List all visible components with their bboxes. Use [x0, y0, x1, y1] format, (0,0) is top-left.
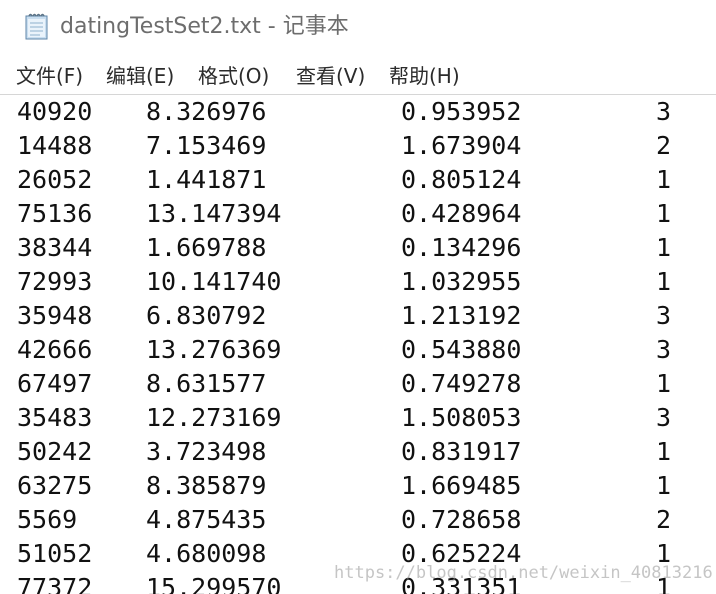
text-line: 26052 1.441871 0.805124 1 — [0, 163, 716, 197]
text-line: 67497 8.631577 0.749278 1 — [0, 367, 716, 401]
text-line: 35948 6.830792 1.213192 3 — [0, 299, 716, 333]
text-line: 14488 7.153469 1.673904 2 — [0, 129, 716, 163]
field-label: 1 — [656, 199, 672, 228]
field-game-time: 13.276369 — [146, 335, 282, 364]
field-distance: 77372 — [17, 573, 93, 594]
menu-edit[interactable]: 编辑(E) — [106, 62, 174, 90]
text-line: 35483 12.273169 1.508053 3 — [0, 401, 716, 435]
field-icecream: 0.805124 — [401, 165, 522, 194]
field-icecream: 1.673904 — [401, 131, 522, 160]
field-label: 2 — [656, 131, 672, 160]
field-icecream: 1.669485 — [401, 471, 522, 500]
field-distance: 63275 — [17, 471, 93, 500]
field-game-time: 1.441871 — [146, 165, 267, 194]
field-icecream: 1.213192 — [401, 301, 522, 330]
menu-view[interactable]: 查看(V) — [296, 62, 365, 90]
field-icecream: 0.728658 — [401, 505, 522, 534]
menu-help[interactable]: 帮助(H) — [389, 62, 460, 90]
field-icecream: 1.508053 — [401, 403, 522, 432]
text-line: 5569 4.875435 0.728658 2 — [0, 503, 716, 537]
text-line: 40920 8.326976 0.953952 3 — [0, 95, 716, 129]
field-game-time: 8.385879 — [146, 471, 267, 500]
field-distance: 35948 — [17, 301, 93, 330]
text-line: 72993 10.141740 1.032955 1 — [0, 265, 716, 299]
menu-file[interactable]: 文件(F) — [16, 62, 83, 90]
watermark-text: https://blog.csdn.net/weixin_40813216 — [334, 563, 713, 583]
field-game-time: 4.680098 — [146, 539, 267, 568]
field-label: 3 — [656, 403, 672, 432]
menu-bar: 文件(F) 编辑(E) 格式(O) 查看(V) 帮助(H) — [0, 58, 716, 94]
text-line: 38344 1.669788 0.134296 1 — [0, 231, 716, 265]
field-game-time: 6.830792 — [146, 301, 267, 330]
field-game-time: 13.147394 — [146, 199, 282, 228]
field-icecream: 0.953952 — [401, 97, 522, 126]
text-editor-area[interactable]: 40920 8.326976 0.953952 3 14488 7.153469 1.673… — [0, 94, 716, 594]
field-label: 2 — [656, 505, 672, 534]
field-label: 1 — [656, 471, 672, 500]
field-label: 1 — [656, 437, 672, 466]
field-distance: 50242 — [17, 437, 93, 466]
field-distance: 5569 — [17, 505, 78, 534]
field-distance: 35483 — [17, 403, 93, 432]
window-title: datingTestSet2.txt - 记事本 — [60, 14, 349, 39]
field-game-time: 8.326976 — [146, 97, 267, 126]
field-icecream: 1.032955 — [401, 267, 522, 296]
field-game-time: 12.273169 — [146, 403, 282, 432]
field-distance: 75136 — [17, 199, 93, 228]
text-line: 63275 8.385879 1.669485 1 — [0, 469, 716, 503]
field-distance: 42666 — [17, 335, 93, 364]
field-icecream: 0.831917 — [401, 437, 522, 466]
field-game-time: 4.875435 — [146, 505, 267, 534]
field-distance: 14488 — [17, 131, 93, 160]
notepad-icon — [25, 13, 48, 40]
field-label: 1 — [656, 369, 672, 398]
menu-format[interactable]: 格式(O) — [198, 62, 269, 90]
text-line: 75136 13.147394 0.428964 1 — [0, 197, 716, 231]
field-game-time: 1.669788 — [146, 233, 267, 262]
field-distance: 40920 — [17, 97, 93, 126]
field-label: 3 — [656, 97, 672, 126]
field-distance: 26052 — [17, 165, 93, 194]
field-label: 3 — [656, 335, 672, 364]
field-game-time: 10.141740 — [146, 267, 282, 296]
field-distance: 72993 — [17, 267, 93, 296]
field-icecream: 0.428964 — [401, 199, 522, 228]
field-label: 1 — [656, 165, 672, 194]
text-line: 50242 3.723498 0.831917 1 — [0, 435, 716, 469]
title-bar[interactable]: datingTestSet2.txt - 记事本 — [0, 0, 716, 56]
field-label: 1 — [656, 233, 672, 262]
field-game-time: 15.299570 — [146, 573, 282, 594]
field-distance: 38344 — [17, 233, 93, 262]
field-game-time: 7.153469 — [146, 131, 267, 160]
field-icecream: 0.543880 — [401, 335, 522, 364]
field-distance: 67497 — [17, 369, 93, 398]
text-line: 42666 13.276369 0.543880 3 — [0, 333, 716, 367]
field-distance: 51052 — [17, 539, 93, 568]
field-game-time: 3.723498 — [146, 437, 267, 466]
field-label: 3 — [656, 301, 672, 330]
field-icecream: 0.134296 — [401, 233, 522, 262]
field-game-time: 8.631577 — [146, 369, 267, 398]
field-label: 1 — [656, 267, 672, 296]
field-icecream: 0.749278 — [401, 369, 522, 398]
